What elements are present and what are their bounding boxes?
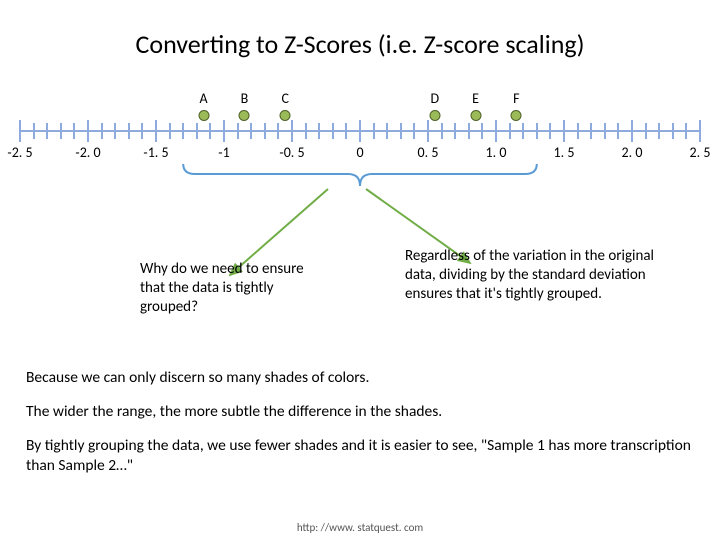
tick-minor — [373, 123, 375, 139]
tick-minor — [549, 123, 551, 139]
tick-minor — [400, 123, 402, 139]
tick-major — [291, 120, 293, 142]
tick-minor — [577, 123, 579, 139]
tick-minor — [332, 123, 334, 139]
tick-minor — [196, 123, 198, 139]
data-point-label: F — [513, 90, 519, 107]
tick-minor — [182, 123, 184, 139]
right-explanation-text: Regardless of the variation in the origi… — [405, 247, 685, 303]
data-point-label: E — [472, 90, 479, 107]
tick-minor — [454, 123, 456, 139]
tick-minor — [522, 123, 524, 139]
tick-major — [631, 120, 633, 142]
tick-minor — [658, 123, 660, 139]
data-point — [280, 110, 291, 121]
tick-minor — [250, 123, 252, 139]
body-paragraphs: Because we can only discern so many shad… — [0, 368, 720, 491]
tick-major — [87, 120, 89, 142]
tick-minor — [33, 123, 35, 139]
tick-minor — [645, 123, 647, 139]
para-2: The wider the range, the more subtle the… — [0, 402, 720, 422]
left-question-text: Why do we need to ensure that the data i… — [140, 260, 330, 316]
tick-major — [495, 120, 497, 142]
tick-minor — [264, 123, 266, 139]
axis-tick-label: -0. 5 — [279, 144, 304, 161]
tick-minor — [509, 123, 511, 139]
tick-major — [155, 120, 157, 142]
tick-major — [699, 120, 701, 142]
tick-minor — [413, 123, 415, 139]
axis-tick-label: 2. 0 — [622, 144, 643, 161]
tick-major — [19, 120, 21, 142]
tick-minor — [277, 123, 279, 139]
tick-minor — [305, 123, 307, 139]
para-1: Because we can only discern so many shad… — [0, 368, 720, 388]
axis-tick-label: 0. 5 — [418, 144, 439, 161]
tick-minor — [101, 123, 103, 139]
number-line-chart: -2. 5-2. 0-1. 5-1-0. 500. 51. 01. 52. 02… — [20, 100, 700, 210]
axis-tick-label: 2. 5 — [690, 144, 711, 161]
axis-canvas: -2. 5-2. 0-1. 5-1-0. 500. 51. 01. 52. 02… — [20, 100, 700, 160]
tick-minor — [441, 123, 443, 139]
axis-tick-label: 1. 5 — [554, 144, 575, 161]
tick-minor — [672, 123, 674, 139]
tick-minor — [209, 123, 211, 139]
tick-minor — [604, 123, 606, 139]
tick-minor — [685, 123, 687, 139]
axis-tick-label: 0 — [356, 144, 363, 161]
data-point — [470, 110, 481, 121]
data-point — [239, 110, 250, 121]
tick-minor — [169, 123, 171, 139]
data-point-label: C — [281, 90, 288, 107]
data-point-label: B — [241, 90, 249, 107]
page-title: Converting to Z-Scores (i.e. Z-score sca… — [0, 0, 720, 80]
tick-minor — [237, 123, 239, 139]
tick-minor — [590, 123, 592, 139]
data-point-label: D — [430, 90, 439, 107]
tick-minor — [73, 123, 75, 139]
tick-major — [563, 120, 565, 142]
tick-minor — [46, 123, 48, 139]
tick-minor — [345, 123, 347, 139]
tick-major — [427, 120, 429, 142]
tick-minor — [386, 123, 388, 139]
tick-minor — [536, 123, 538, 139]
axis-tick-label: -2. 0 — [75, 144, 100, 161]
tick-major — [223, 120, 225, 142]
tick-major — [359, 120, 361, 142]
axis-tick-label: -1 — [218, 144, 229, 161]
axis-tick-label: -2. 5 — [7, 144, 32, 161]
tick-minor — [481, 123, 483, 139]
para-3: By tightly grouping the data, we use few… — [0, 436, 720, 476]
tick-minor — [318, 123, 320, 139]
data-point — [198, 110, 209, 121]
tick-minor — [60, 123, 62, 139]
footer-url: http: //www. statquest. com — [0, 521, 720, 534]
tick-minor — [468, 123, 470, 139]
tick-minor — [617, 123, 619, 139]
data-point — [429, 110, 440, 121]
tick-minor — [141, 123, 143, 139]
data-point — [511, 110, 522, 121]
tick-minor — [128, 123, 130, 139]
tick-minor — [114, 123, 116, 139]
data-point-label: A — [200, 90, 208, 107]
axis-tick-label: -1. 5 — [143, 144, 168, 161]
axis-tick-label: 1. 0 — [486, 144, 507, 161]
